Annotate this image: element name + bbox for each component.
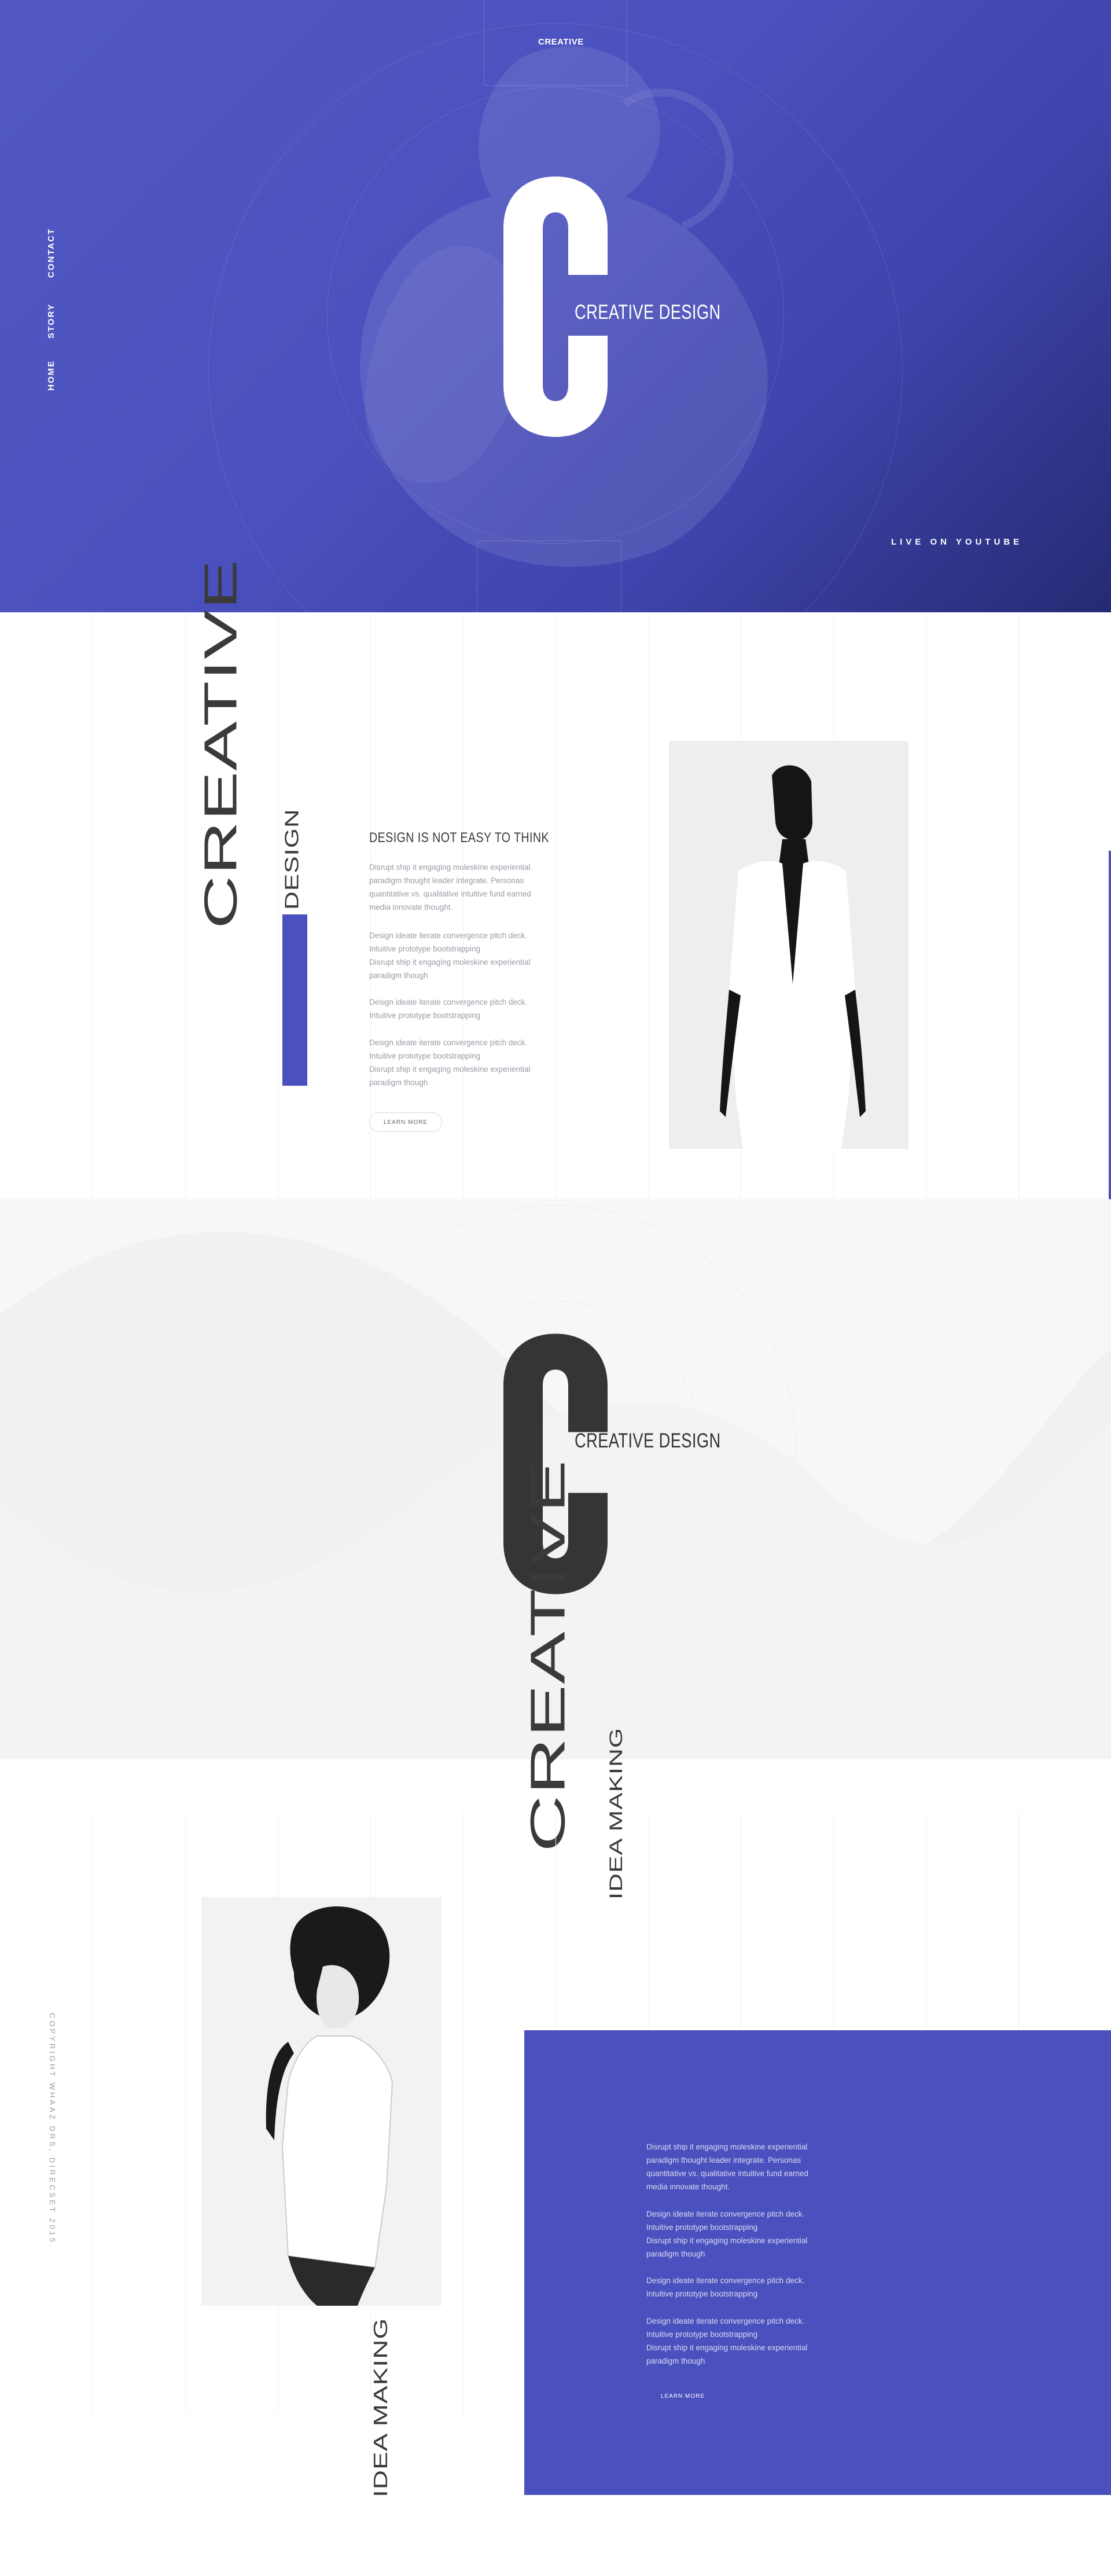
grid-line (1018, 612, 1019, 1214)
copyright-text: COPYRIGHT WHAAZ DRS, DIRECSET 2015. (48, 2013, 57, 2249)
grid-line (648, 1811, 649, 2031)
idea-vertical-caption: IDEA MAKING (369, 2317, 392, 2497)
grid-line (185, 1811, 186, 2413)
wave-vertical-subtitle: IDEA MAKING (606, 1727, 627, 1899)
nav-item-contact[interactable]: CONTACT (46, 228, 56, 278)
live-on-youtube-link[interactable]: LIVE ON YOUTUBE (891, 537, 1022, 547)
woman-photo (201, 1897, 442, 2306)
grid-line (833, 1811, 834, 2031)
model-photo (669, 741, 908, 1149)
nav-item-home[interactable]: HOME (46, 360, 56, 391)
brand-logo[interactable]: CREATIVE (538, 37, 583, 47)
idea-content-panel: Disrupt ship it engaging moleskine exper… (524, 2030, 1111, 2495)
design-paragraph: Disrupt ship it engaging moleskine exper… (369, 863, 531, 912)
vertical-subtitle: DESIGN (281, 809, 303, 910)
wave-vertical-title: CREATIVE (520, 1459, 575, 1852)
nav-item-story[interactable]: STORY (46, 303, 56, 339)
idea-paragraph: Design ideate iterate convergence pitch … (646, 2317, 808, 2365)
design-paragraph: Design ideate iterate convergence pitch … (369, 1038, 531, 1087)
idea-paragraph: Design ideate iterate convergence pitch … (646, 2276, 805, 2298)
vertical-title: CREATIVE (195, 559, 247, 929)
grid-line (1018, 1811, 1019, 2031)
hero-bottom-frame (477, 541, 621, 612)
right-edge-accent (1109, 851, 1111, 1259)
design-headline: DESIGN IS NOT EASY TO THINK (369, 830, 550, 846)
idea-paragraph: Design ideate iterate convergence pitch … (646, 2210, 808, 2258)
grid-line (185, 612, 186, 1214)
learn-more-button[interactable]: LEARN MORE (369, 1112, 442, 1132)
wave-tagline: CREATIVE DESIGN (575, 1430, 721, 1452)
idea-learn-more-button[interactable]: LEARN MORE (646, 2386, 719, 2406)
design-paragraph: Design ideate iterate convergence pitch … (369, 998, 528, 1020)
hero-section: CREATIVE CREATIVE DESIGN HOME STORY CONT… (0, 0, 1111, 612)
grid-line (648, 612, 649, 1214)
accent-bar (282, 914, 307, 1086)
idea-paragraph: Disrupt ship it engaging moleskine exper… (646, 2143, 808, 2191)
hero-tagline: CREATIVE DESIGN (575, 301, 721, 324)
design-paragraph: Design ideate iterate convergence pitch … (369, 931, 531, 980)
vertical-nav: HOME STORY CONTACT (46, 228, 64, 402)
